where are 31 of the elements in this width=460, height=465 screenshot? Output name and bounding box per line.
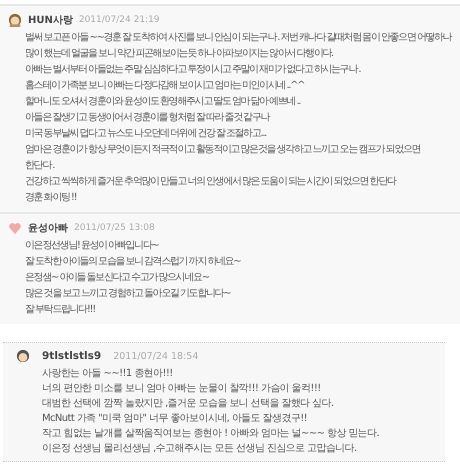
comment-line: 이은정 선생님 몰리선생님 ,수고해주시는 모든 선생님 진심으로 고맙습니다. <box>42 442 358 456</box>
author-name: 9tlstlstls9 <box>42 350 102 362</box>
author-name: HUN사랑 <box>28 14 73 27</box>
comment-line: 잘 도착한 아이들의 모습을 보니 감격스럽기 까지 하네요~ <box>25 255 242 269</box>
avatar-icon <box>16 349 30 363</box>
comment-line: 엄마은 경훈이가 항상 무엇이든지 적극적이고 활동적이고 많은것을 생각하고 느끼고 오는 캠프가 되었으면 <box>25 143 422 157</box>
comment-line: 사랑한는 아들 ~~!!1 종현아!!! <box>42 367 174 381</box>
comment-line: 미국 동부날씨 덥다고 뉴스도 나오던데 더위에 건강 잘 조절하고... <box>25 127 268 141</box>
comment-date: 2011/07/24 18:54 <box>113 350 198 362</box>
comment-line: 많이 했는데 얼굴을 보니 약간 피곤해보이는듯 하나 아파보이지는 않아서 다행이다. <box>25 47 334 61</box>
comment-line: 아들은 잘생기고 동생이어서 경훈이를 형처럼 잘 따라 줄것 같구나 <box>25 111 271 125</box>
comment-line: 한단다 . <box>25 159 56 173</box>
author-name: 윤성아빠 <box>28 222 68 235</box>
comment-line: 벌써 보고픈 아들 ~~경훈 잘 도착하여 사진를 보니 안심이 되는구나 . 저번 캐나다 갈때처럼 몸이 안좋으면 어떻하나 <box>25 31 453 45</box>
comment-line: 아빠는 벌서부터 아들없는 주말 심심하다고 투정이시고 주말이 재미가 없다고 하시는구나 . <box>25 63 362 77</box>
comment-line: 대범한 선택에 깜짝 놀랐지만 ,즐거운 모습을 보니 선택을 잘했다 싶다. <box>42 397 335 411</box>
comment-line: 건강하고 씩씩하게 즐거운 추억많이 만들고 너의 인생에서 많은 도움이 되는 시간이 되었으면 한단다 <box>25 175 398 189</box>
comment-line: 홈스테이 가족분 보니 아빠는 다정다감해 보이시고 엄마는 미인이시네 ..^^ <box>25 79 306 93</box>
comment-line: 잘 부탁드립니다!!! <box>25 303 96 317</box>
heart-icon <box>8 221 22 235</box>
comment-line: 작고 힘없는 날개를 살짝움직여보는 종현아 ! 아빠와 엄마는 널~~~ 항상 믿는다. <box>42 427 380 441</box>
comment-date: 2011/07/24 21:19 <box>78 15 160 25</box>
comment-date: 2011/07/25 13:08 <box>74 223 155 233</box>
comment-line: 은정샘~ 아이들 돌보신다고 수고가 많으시네요~ <box>25 271 210 285</box>
comment-line: 이은정선생님! 윤성이 아빠입니다~ <box>25 239 160 253</box>
avatar-icon <box>8 13 22 27</box>
comment-line: 경훈 화이팅 !! <box>25 191 78 205</box>
comment-line: 할머니도 오셔서 경훈이와 윤성이도 환영해주시고 딸도 엄마 닮아 예쁘네 .. <box>25 95 302 109</box>
comment-line: 너의 편안한 미소를 보니 엄마 아빠는 눈물이 찰깍!!! 가슴이 울컥!!! <box>42 382 322 396</box>
comment-line: McNutt 가족 "미쿡 엄마" 너무 좋아보이시네, 아들도 잘생겼구!! <box>42 412 308 426</box>
comment-line: 많은 것을 보고 느끼고 경험하고 돌아오길 기도합니다~ <box>25 287 232 301</box>
